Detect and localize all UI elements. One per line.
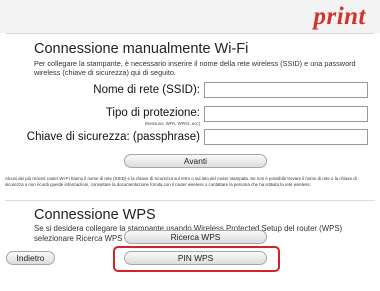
manual-wifi-title: Connessione manualmente Wi-Fi	[34, 41, 249, 57]
header-divider	[6, 33, 374, 34]
security-key-input[interactable]	[204, 129, 368, 145]
wps-title: Connessione WPS	[34, 207, 156, 223]
protection-type-input[interactable]	[204, 106, 368, 122]
security-key-label: Chiave di sicurezza: (passphrase)	[26, 131, 200, 143]
wps-pin-button[interactable]: PIN WPS	[124, 251, 267, 265]
next-button[interactable]: Avanti	[124, 154, 267, 168]
print-logo: print	[313, 3, 366, 30]
back-button[interactable]: Indietro	[6, 251, 55, 265]
section-divider	[5, 200, 375, 201]
wps-search-button[interactable]: Ricerca WPS	[124, 230, 267, 244]
ssid-input[interactable]	[204, 82, 368, 98]
protection-type-hint: (Nessuno, WPA, WPA2, ecc)	[145, 121, 200, 126]
protection-type-label: Tipo di protezione:	[105, 107, 200, 119]
router-info-note: Alcuni dei più recenti router Wi-Fi hann…	[5, 176, 357, 187]
manual-wifi-description: Per collegare la stampante, è necessario…	[34, 59, 356, 77]
ssid-label: Nome di rete (SSID):	[93, 84, 200, 96]
